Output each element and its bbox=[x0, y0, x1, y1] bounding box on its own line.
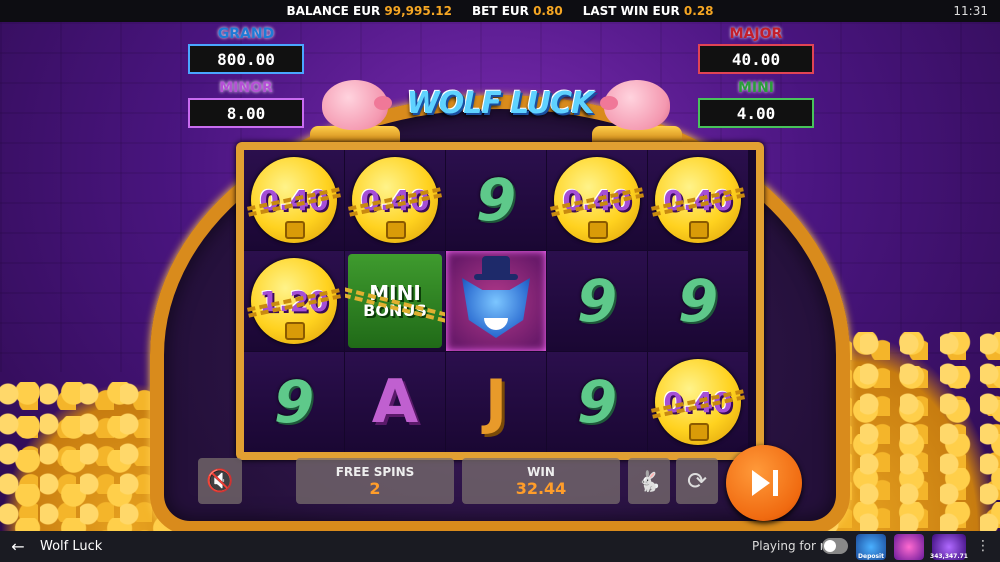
nine-symbol: 9 bbox=[677, 267, 719, 335]
mute-icon: 🔇 bbox=[206, 468, 234, 494]
wolf-wild-icon bbox=[456, 256, 536, 346]
j-symbol: J bbox=[484, 367, 508, 437]
reel-cell: 0.40 bbox=[648, 150, 748, 250]
win-panel: WIN 32.44 bbox=[462, 458, 620, 504]
rabbit-icon: 🐇 bbox=[636, 469, 662, 493]
reel-cell: 9 bbox=[446, 150, 546, 250]
reel-cell: 9 bbox=[648, 251, 748, 351]
game-logo-title: WOLF LUCK bbox=[406, 86, 595, 121]
jackpot-minor: MINOR 8.00 bbox=[188, 80, 304, 128]
jackpot-major-value: 40.00 bbox=[698, 44, 814, 74]
piggy-bank-icon bbox=[322, 80, 392, 130]
reel-cell: 9 bbox=[244, 352, 344, 452]
jackpot-promo[interactable]: 343,347.71 bbox=[930, 534, 968, 560]
spin-button[interactable] bbox=[726, 445, 802, 521]
padlock-icon bbox=[689, 423, 709, 441]
bonus-deposit-promo[interactable]: Deposit bbox=[856, 534, 886, 560]
skip-play-icon bbox=[752, 470, 770, 496]
padlock-icon bbox=[386, 221, 406, 239]
balance-label: BALANCE EUR bbox=[286, 4, 381, 18]
bet: BET EUR 0.80 bbox=[472, 4, 563, 18]
last-win: LAST WIN EUR 0.28 bbox=[583, 4, 714, 18]
jackpot-grand: GRAND 800.00 bbox=[188, 26, 304, 74]
coin-symbol: 0.40 bbox=[549, 157, 645, 243]
padlock-icon bbox=[689, 221, 709, 239]
bet-label: BET EUR bbox=[472, 4, 529, 18]
a-symbol: A bbox=[371, 367, 419, 437]
skip-play-icon-bar bbox=[773, 470, 778, 496]
footer-game-name: Wolf Luck bbox=[40, 539, 103, 554]
nine-symbol: 9 bbox=[273, 368, 315, 436]
padlock-icon bbox=[285, 221, 305, 239]
bet-value: 0.80 bbox=[533, 4, 563, 18]
reel-cell: 0.40 bbox=[547, 150, 647, 250]
nine-symbol: 9 bbox=[576, 267, 618, 335]
jackpot-mini-value: 4.00 bbox=[698, 98, 814, 128]
mute-button[interactable]: 🔇 bbox=[198, 458, 242, 504]
coin-symbol: 0.40 bbox=[347, 157, 443, 243]
piggy-bank-icon bbox=[600, 80, 670, 130]
coin-symbol: 0.40 bbox=[246, 157, 342, 243]
last-win-value: 0.28 bbox=[683, 4, 714, 18]
prize-promo[interactable] bbox=[894, 534, 924, 560]
reel-cell: MINI BONUS bbox=[345, 251, 445, 351]
reel-cell: 0.40 bbox=[648, 352, 748, 452]
more-icon[interactable]: ⋮ bbox=[976, 538, 990, 554]
reel-cell: 9 bbox=[547, 352, 647, 452]
autoplay-icon: ⟳ bbox=[686, 467, 708, 495]
reel-cell: J bbox=[446, 352, 546, 452]
jackpot-mini-label: MINI bbox=[737, 80, 775, 96]
reel-cell: 1.20 bbox=[244, 251, 344, 351]
free-spins-label: FREE SPINS bbox=[335, 464, 415, 479]
turbo-button[interactable]: 🐇 bbox=[628, 458, 670, 504]
jackpot-mini: MINI 4.00 bbox=[698, 80, 814, 128]
jackpot-major-label: MAJOR bbox=[729, 26, 783, 42]
nine-symbol: 9 bbox=[475, 166, 517, 234]
autoplay-button[interactable]: ⟳ bbox=[676, 458, 718, 504]
footer-bar: ← Wolf Luck Playing for real Deposit 343… bbox=[0, 531, 1000, 562]
back-arrow-icon[interactable]: ← bbox=[0, 537, 36, 556]
win-label: WIN bbox=[527, 464, 555, 479]
reel-cell: 0.40 bbox=[244, 150, 344, 250]
free-spins-panel: FREE SPINS 2 bbox=[296, 458, 454, 504]
coin-symbol: 1.20 bbox=[246, 258, 342, 344]
jackpot-minor-value: 8.00 bbox=[188, 98, 304, 128]
padlock-icon bbox=[285, 322, 305, 340]
coin-symbol: 0.40 bbox=[650, 359, 746, 445]
padlock-icon bbox=[588, 221, 608, 239]
jackpot-major: MAJOR 40.00 bbox=[698, 26, 814, 74]
reel-grid: 0.40 0.40 9 0.40 0.40 1.20 MINI BONUS 9 9 9 A J 9 0.40 bbox=[244, 150, 756, 452]
jackpot-grand-label: GRAND bbox=[217, 26, 275, 42]
jackpot-grand-value: 800.00 bbox=[188, 44, 304, 74]
reel-cell bbox=[446, 251, 546, 351]
win-value: 32.44 bbox=[515, 478, 567, 498]
nine-symbol: 9 bbox=[576, 368, 618, 436]
real-play-toggle[interactable] bbox=[822, 538, 848, 554]
balance-value: 99,995.12 bbox=[384, 4, 452, 18]
last-win-label: LAST WIN EUR bbox=[582, 4, 680, 18]
promo-jackpot-value: 343,347.71 bbox=[930, 553, 968, 560]
jackpot-minor-label: MINOR bbox=[219, 80, 273, 96]
reel-frame: 0.40 0.40 9 0.40 0.40 1.20 MINI BONUS 9 9 9 A J 9 0.40 bbox=[236, 142, 764, 460]
reel-cell: 9 bbox=[547, 251, 647, 351]
mini-bonus-symbol: MINI BONUS bbox=[345, 254, 445, 348]
reel-cell: A bbox=[345, 352, 445, 452]
promo-bonus-label: Deposit bbox=[858, 553, 884, 560]
coin-symbol: 0.40 bbox=[650, 157, 746, 243]
balance: BALANCE EUR 99,995.12 bbox=[286, 4, 452, 18]
clock: 11:31 bbox=[953, 4, 988, 18]
free-spins-value: 2 bbox=[369, 478, 381, 498]
top-status-bar: BALANCE EUR 99,995.12 BET EUR 0.80 LAST … bbox=[0, 0, 1000, 22]
reel-cell: 0.40 bbox=[345, 150, 445, 250]
